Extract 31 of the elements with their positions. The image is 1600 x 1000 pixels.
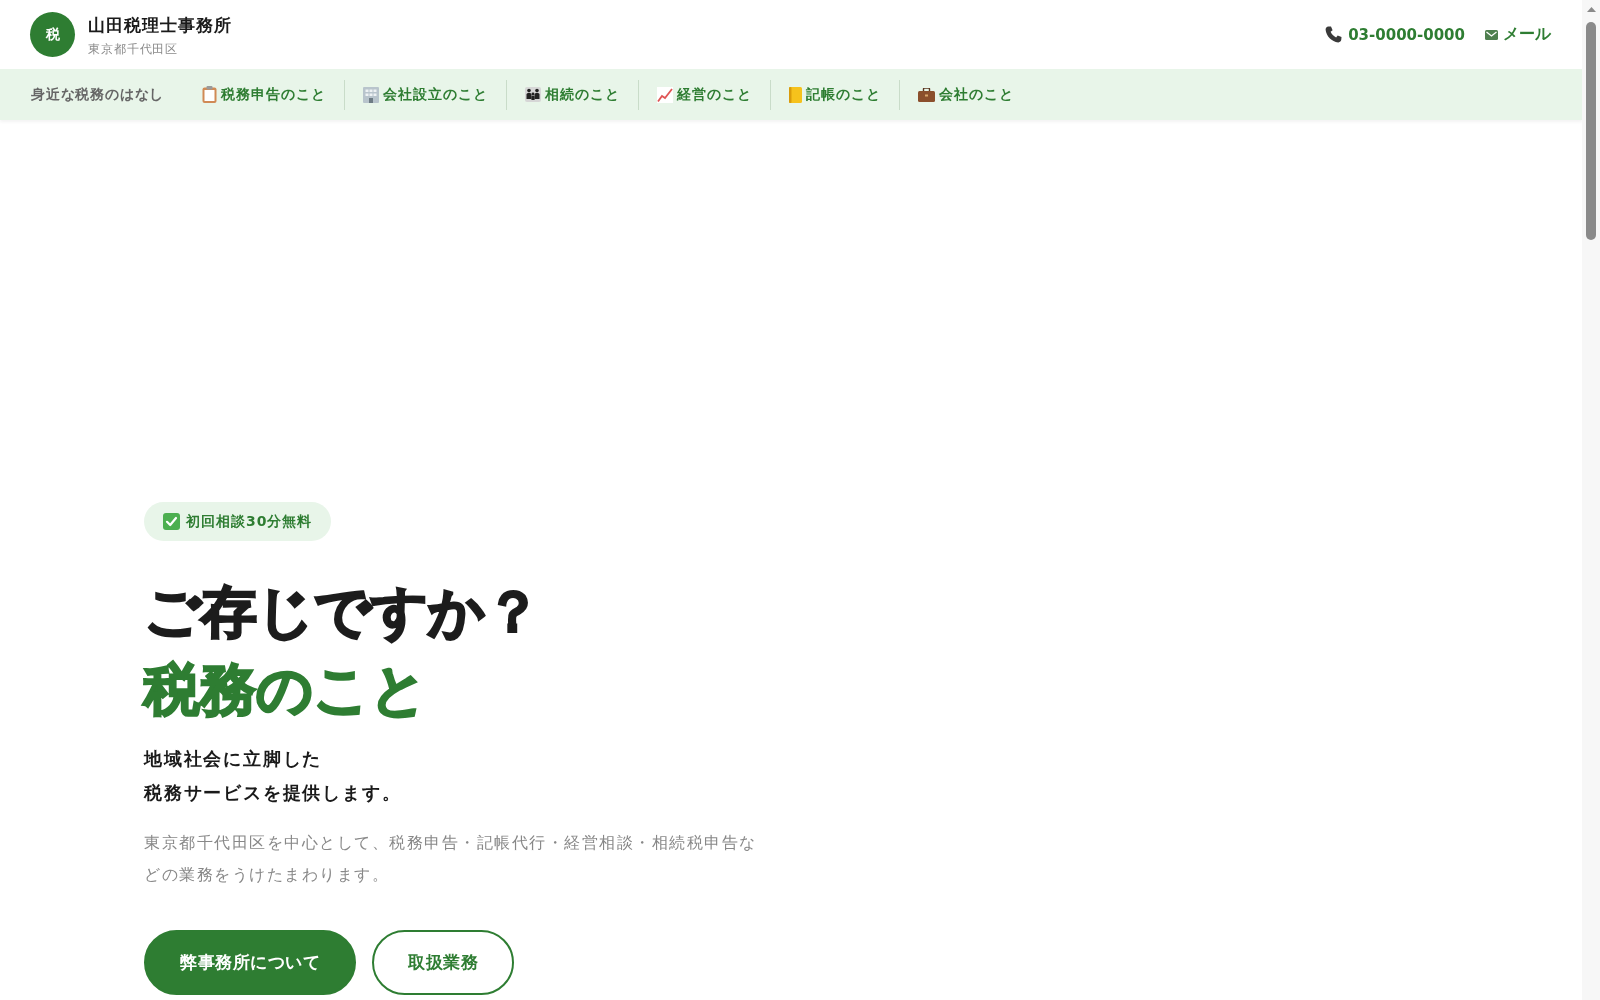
scrollbar[interactable] <box>1582 0 1600 1000</box>
hero-title: ご存じですか？ <box>144 578 542 646</box>
services-button[interactable]: 取扱業務 <box>372 930 514 995</box>
check-icon <box>163 513 180 530</box>
building-icon <box>363 86 380 103</box>
phone-link[interactable]: 03-0000-0000 <box>1325 25 1465 44</box>
nav-link[interactable]: 経営のこと <box>639 79 771 110</box>
nav-link[interactable]: 会社設立のこと <box>345 79 507 110</box>
nav-link[interactable]: 税務申告のこと <box>184 79 345 110</box>
phone-icon <box>1325 26 1343 43</box>
nav-link[interactable]: 記帳のこと <box>771 79 900 110</box>
hero-tagline: 地域社会に立脚した 税務サービスを提供します。 <box>144 747 402 805</box>
clipboard-icon <box>202 86 218 103</box>
logo[interactable]: 税 <box>30 12 75 57</box>
site-title: 山田税理士事務所 <box>88 13 232 36</box>
briefcase-icon <box>918 87 936 102</box>
nav-link[interactable]: 相続のこと <box>507 79 639 110</box>
notebook-icon <box>789 86 803 103</box>
nav-heading: 身近な税務のはなし <box>31 85 165 104</box>
offer-text: 初回相談30分無料 <box>186 512 313 531</box>
site-subtitle: 東京都千代田区 <box>88 40 180 57</box>
trend-chart-icon <box>657 86 674 103</box>
nav-link[interactable]: 会社のこと <box>900 79 1033 110</box>
hero-title: 税務のこと <box>144 656 428 724</box>
scrollbar-thumb[interactable] <box>1586 22 1596 240</box>
mail-link[interactable]: メール <box>1485 24 1551 45</box>
scroll-up-icon[interactable] <box>1586 7 1596 12</box>
hero-description: 東京都千代田区を中心として、税務申告・記帳代行・経営相談・相続税申告などの業務をうけたまわります。 <box>144 832 758 886</box>
about-button[interactable]: 弊事務所について <box>144 930 356 995</box>
mail-icon <box>1485 29 1498 40</box>
people-icon <box>525 87 542 102</box>
